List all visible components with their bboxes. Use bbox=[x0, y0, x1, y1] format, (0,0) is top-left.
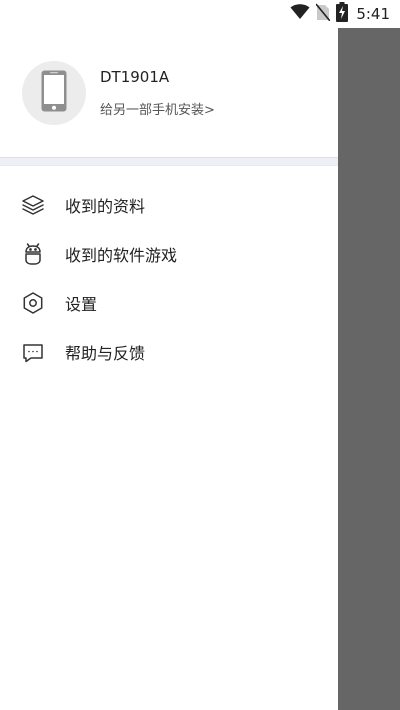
status-bar: 5:41 bbox=[0, 0, 400, 28]
device-name: DT1901A bbox=[100, 68, 170, 86]
battery-charging-icon bbox=[336, 2, 349, 26]
menu-item-help-feedback[interactable]: 帮助与反馈 bbox=[0, 327, 338, 376]
status-icons: 5:41 bbox=[290, 2, 390, 26]
avatar bbox=[22, 61, 86, 125]
device-profile: DT1901A 给另一部手机安装> bbox=[0, 28, 338, 158]
drawer-scrim[interactable] bbox=[338, 28, 400, 710]
gear-icon bbox=[21, 291, 45, 315]
status-time: 5:41 bbox=[356, 5, 390, 23]
menu-item-settings[interactable]: 设置 bbox=[0, 278, 338, 327]
menu-item-label: 设置 bbox=[65, 294, 98, 314]
wifi-icon bbox=[290, 4, 310, 24]
no-sim-icon bbox=[315, 3, 331, 25]
drawer-menu: 收到的资料 收到的软件游戏 设置 帮助与反馈 bbox=[0, 180, 338, 376]
menu-item-label: 收到的软件游戏 bbox=[65, 245, 178, 265]
menu-item-label: 帮助与反馈 bbox=[65, 343, 146, 363]
android-icon bbox=[21, 242, 45, 266]
layers-icon bbox=[21, 193, 45, 217]
install-on-another-phone-link[interactable]: 给另一部手机安装> bbox=[100, 99, 215, 118]
divider bbox=[0, 157, 338, 166]
menu-item-received-files[interactable]: 收到的资料 bbox=[0, 180, 338, 229]
navigation-drawer: DT1901A 给另一部手机安装> 收到的资料 收到的软件游戏 设置 帮助与反馈 bbox=[0, 28, 338, 710]
phone-icon bbox=[41, 70, 67, 116]
chat-bubble-icon bbox=[21, 340, 45, 364]
menu-item-received-apps-games[interactable]: 收到的软件游戏 bbox=[0, 229, 338, 278]
menu-item-label: 收到的资料 bbox=[65, 196, 146, 216]
